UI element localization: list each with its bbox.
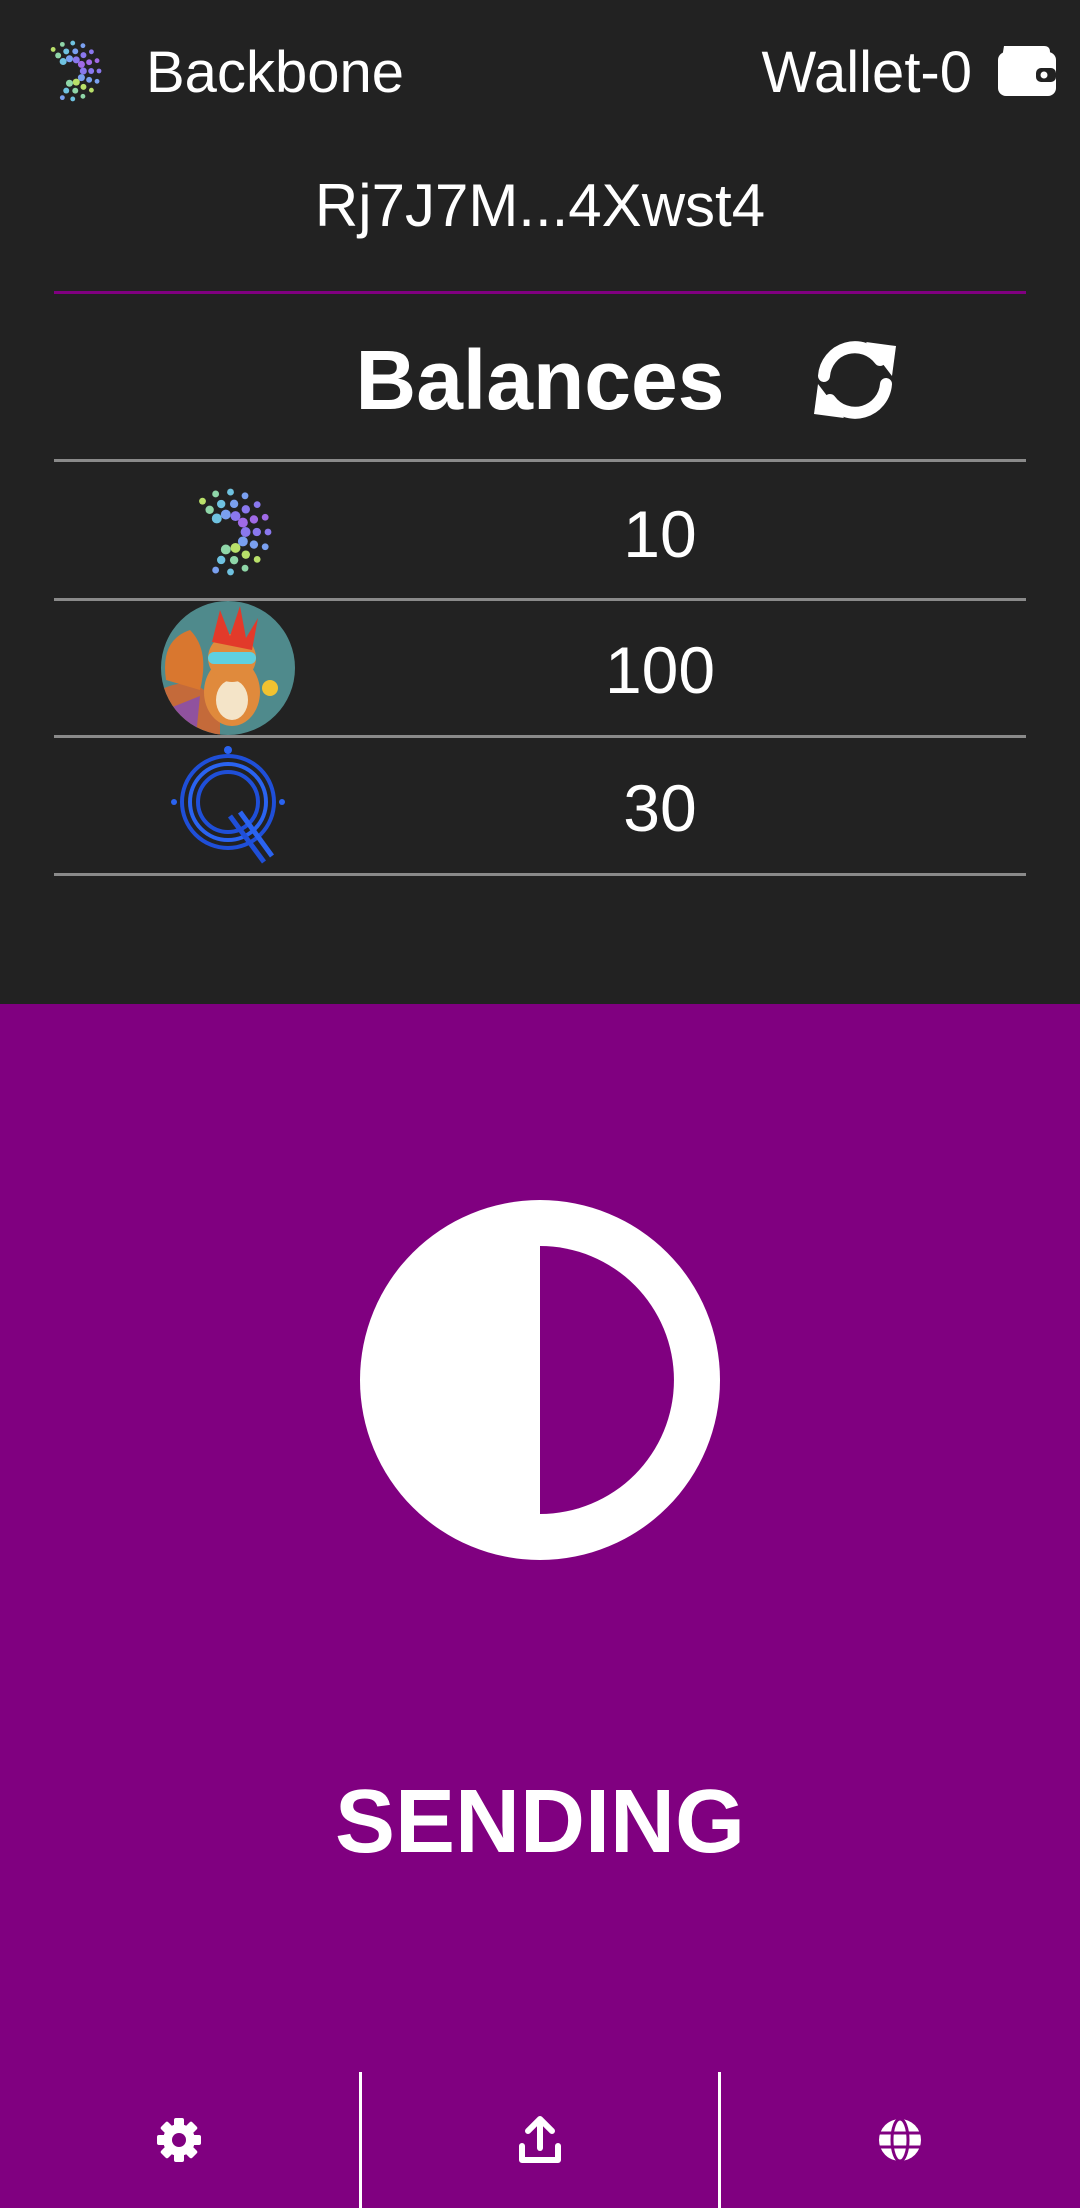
logo-dot	[220, 509, 231, 520]
logo-dot	[241, 564, 249, 572]
backbone-token-icon	[199, 488, 272, 576]
logo-dot	[261, 513, 269, 521]
app-title: Backbone	[146, 40, 404, 105]
logo-dot	[212, 566, 220, 574]
status-label: SENDING	[334, 1772, 746, 1872]
logo-dot	[65, 55, 73, 63]
logo-dot	[249, 540, 259, 549]
logo-dot	[77, 60, 85, 68]
logo-dot	[59, 95, 65, 101]
logo-dot	[217, 499, 226, 509]
logo-dot	[212, 490, 220, 498]
logo-dot	[241, 505, 250, 514]
send-button[interactable]	[361, 2072, 719, 2208]
logo-dot	[86, 76, 93, 83]
logo-dot	[59, 57, 67, 66]
logo-dot	[253, 501, 261, 509]
half-circle-icon	[360, 1200, 720, 1560]
logo-dot	[50, 47, 56, 52]
accent-divider	[54, 291, 1026, 294]
gear-icon	[157, 2118, 201, 2162]
settings-button[interactable]	[0, 2072, 358, 2208]
logo-dot	[86, 59, 93, 66]
logo-dot	[205, 505, 214, 514]
wallet-icon[interactable]	[994, 40, 1058, 100]
logo-dot	[70, 40, 76, 46]
logo-dot	[261, 543, 269, 551]
logo-dot	[72, 48, 79, 55]
logo-dot	[80, 52, 87, 59]
logo-dot	[88, 68, 95, 74]
status-panel	[0, 1004, 1080, 2208]
logo-dot	[96, 68, 102, 74]
token-balance-value: 100	[604, 633, 716, 707]
logo-dot	[72, 87, 79, 94]
upload-icon	[519, 2116, 561, 2163]
logo-dot	[63, 87, 70, 94]
logo-dot	[217, 555, 226, 565]
logo-dot	[65, 79, 73, 87]
logo-dot	[241, 550, 250, 559]
logo-dot	[70, 96, 76, 102]
logo-dot	[227, 488, 234, 496]
backbone-logo-icon	[50, 40, 102, 102]
logo-dot	[264, 528, 272, 536]
wallet-name[interactable]: Wallet-0	[761, 38, 972, 108]
refresh-icon[interactable]	[810, 338, 900, 422]
logo-dot	[241, 492, 249, 500]
logo-dot	[199, 497, 206, 505]
logo-dot	[220, 544, 231, 555]
logo-dot	[94, 78, 100, 84]
logo-dot	[211, 513, 222, 524]
logo-dot	[249, 515, 259, 524]
logo-dot	[88, 87, 94, 93]
logo-dot	[253, 555, 261, 563]
logo-dot	[230, 542, 241, 553]
logo-dot	[80, 83, 87, 90]
token-balance-value: 30	[623, 771, 697, 845]
logo-dot	[229, 499, 239, 509]
wallet-address[interactable]: Rj7J7M...4Xwst4	[0, 170, 1080, 242]
logo-dot	[63, 48, 70, 55]
logo-dot	[80, 43, 86, 49]
globe-icon	[879, 2117, 921, 2163]
logo-dot	[240, 527, 251, 537]
logo-dot	[80, 93, 86, 99]
logo-dot	[59, 41, 65, 47]
logo-dot	[237, 517, 248, 528]
logo-dot	[79, 67, 87, 75]
logo-dot	[72, 78, 80, 86]
balances-title: Balances	[355, 333, 725, 427]
network-button[interactable]	[721, 2072, 1079, 2208]
token-balance-value: 10	[623, 497, 697, 571]
app-header: Backbone Wallet-0	[0, 0, 1080, 150]
logo-dot	[252, 527, 261, 537]
logo-dot	[227, 568, 234, 576]
q-token-icon	[171, 746, 285, 864]
squirrel-token-icon	[161, 601, 295, 735]
logo-dot	[88, 49, 94, 55]
logo-dot	[55, 52, 62, 59]
logo-dot	[94, 58, 100, 64]
logo-dot	[229, 555, 239, 565]
table-divider	[54, 735, 1026, 738]
wallet-panel: Backbone Wallet-0 Rj7J7M...4Xwst4 Balanc…	[0, 0, 1080, 1004]
table-divider	[54, 873, 1026, 876]
table-divider	[54, 459, 1026, 462]
